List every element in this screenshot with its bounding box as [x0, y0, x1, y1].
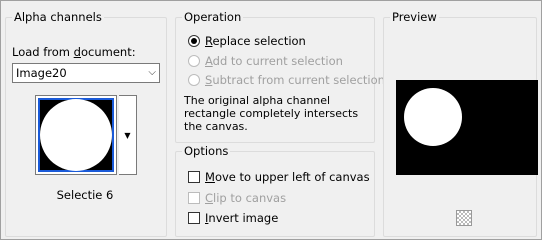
subtract-from-selection-radio[interactable]: Subtract from current selection [188, 72, 385, 88]
preview-circle [404, 88, 462, 146]
alpha-channels-group: Alpha channels Load from document: Image… [5, 10, 167, 237]
selection-name: Selectie 6 [56, 188, 114, 202]
move-to-upper-left-checkbox[interactable]: Move to upper left of canvas [188, 169, 370, 185]
document-select[interactable]: Image20 ⌵ [12, 63, 160, 83]
replace-selection-label: Replace selection [205, 34, 306, 48]
checkbox-icon [188, 212, 200, 224]
clip-to-canvas-label: Clip to canvas [205, 191, 287, 205]
triangle-down-icon: ▼ [124, 130, 131, 140]
move-to-upper-left-label: Move to upper left of canvas [205, 170, 370, 184]
selected-thumbnail [38, 98, 114, 172]
add-to-selection-label: Add to current selection [205, 54, 343, 68]
radio-icon [188, 55, 200, 67]
options-group: Options Move to upper left of canvas Cli… [175, 144, 375, 237]
intersection-info-text: The original alpha channel rectangle com… [184, 94, 359, 133]
preview-title: Preview [390, 10, 439, 24]
add-to-selection-radio[interactable]: Add to current selection [188, 53, 343, 69]
operation-title: Operation [182, 10, 244, 24]
replace-selection-radio[interactable]: Replace selection [188, 33, 306, 49]
preview-canvas [396, 80, 538, 175]
subtract-from-selection-label: Subtract from current selection [205, 73, 385, 87]
chevron-down-icon: ⌵ [148, 67, 156, 78]
checkerboard-icon[interactable] [456, 210, 472, 226]
operation-group: Operation Replace selection Add to curre… [175, 10, 385, 143]
thumbnail-dropdown-button[interactable]: ▼ [119, 95, 137, 175]
radio-icon [188, 74, 200, 86]
document-select-value: Image20 [16, 66, 67, 80]
alpha-channels-title: Alpha channels [12, 10, 104, 24]
invert-image-checkbox[interactable]: Invert image [188, 210, 278, 226]
preview-group: Preview [383, 10, 538, 237]
options-title: Options [182, 144, 231, 158]
load-from-document-label: Load from document: [12, 45, 136, 59]
checkbox-icon [188, 192, 200, 204]
checkbox-icon [188, 171, 200, 183]
radio-selected-icon [188, 35, 200, 47]
invert-image-label: Invert image [205, 211, 279, 225]
load-selection-dialog: Alpha channels Load from document: Image… [0, 0, 542, 240]
thumbnail-circle [40, 99, 112, 171]
clip-to-canvas-checkbox[interactable]: Clip to canvas [188, 190, 286, 206]
alpha-channel-thumbnail[interactable] [35, 95, 117, 175]
